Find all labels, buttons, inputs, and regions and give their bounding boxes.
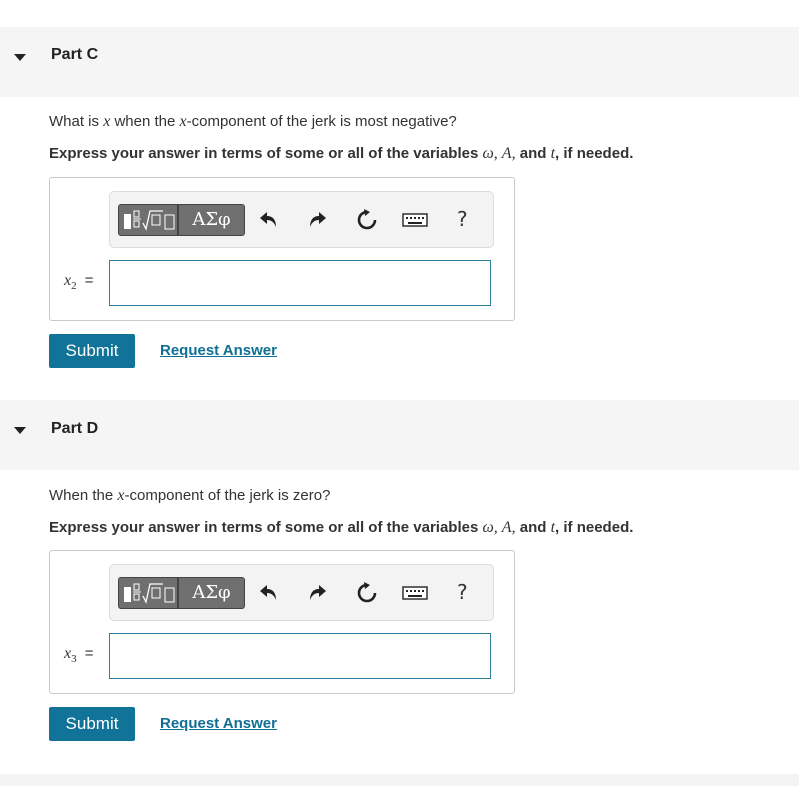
help-button[interactable]: ? xyxy=(457,207,468,231)
instruction-segment: , if needed. xyxy=(555,145,634,162)
caret-down-icon[interactable] xyxy=(14,427,26,434)
help-button[interactable]: ? xyxy=(457,580,468,604)
part-d-header[interactable]: Part D xyxy=(0,400,799,470)
redo-icon[interactable] xyxy=(306,581,330,605)
instruction-segment: Express your answer in terms of some or … xyxy=(49,145,483,162)
equals-sign: = xyxy=(84,272,94,289)
caret-down-icon[interactable] xyxy=(14,54,26,61)
math-toolbar: ΑΣφ ? xyxy=(109,191,494,248)
question-text-segment: -component of the jerk is most negative? xyxy=(186,113,457,130)
instruction-text: Express your answer in terms of some or … xyxy=(49,519,633,537)
variable-label: x3 = xyxy=(64,645,94,665)
templates-icon xyxy=(124,583,175,604)
math-variables: ω, A, xyxy=(482,519,516,536)
templates-button[interactable] xyxy=(118,577,178,609)
request-answer-link[interactable]: Request Answer xyxy=(160,715,277,732)
undo-icon[interactable] xyxy=(256,581,280,605)
keyboard-icon[interactable] xyxy=(402,208,428,232)
answer-input[interactable] xyxy=(109,260,491,306)
keyboard-icon[interactable] xyxy=(402,581,428,605)
submit-button[interactable]: Submit xyxy=(49,707,135,741)
greek-symbols-button[interactable]: ΑΣφ xyxy=(178,204,245,236)
question-text-segment: When the xyxy=(49,487,118,504)
undo-icon[interactable] xyxy=(256,208,280,232)
redo-icon[interactable] xyxy=(306,208,330,232)
templates-button[interactable] xyxy=(118,204,178,236)
next-part-header xyxy=(0,774,799,786)
part-c-header[interactable]: Part C xyxy=(0,27,799,97)
answer-input[interactable] xyxy=(109,633,491,679)
variable-label: x2 = xyxy=(64,272,94,292)
math-variables: ω, A, xyxy=(482,145,516,162)
instruction-segment: and xyxy=(515,519,551,536)
instruction-segment: Express your answer in terms of some or … xyxy=(49,519,483,536)
equals-sign: = xyxy=(84,645,94,662)
math-subscript: 3 xyxy=(71,653,77,665)
greek-symbols-button[interactable]: ΑΣφ xyxy=(178,577,245,609)
reset-icon[interactable] xyxy=(355,208,379,232)
answer-box: ΑΣφ ? x2 = xyxy=(49,177,515,321)
question-text-segment: -component of the jerk is zero? xyxy=(124,487,331,504)
math-toolbar: ΑΣφ ? xyxy=(109,564,494,621)
instruction-segment: , if needed. xyxy=(555,519,634,536)
part-title: Part C xyxy=(51,46,99,63)
submit-button[interactable]: Submit xyxy=(49,334,135,368)
question-text: What is x when the x-component of the je… xyxy=(49,113,457,131)
templates-icon xyxy=(124,210,175,231)
question-text: When the x-component of the jerk is zero… xyxy=(49,487,330,505)
question-text-segment: What is xyxy=(49,113,104,130)
request-answer-link[interactable]: Request Answer xyxy=(160,342,277,359)
reset-icon[interactable] xyxy=(355,581,379,605)
math-variable: x xyxy=(179,113,187,130)
answer-box: ΑΣφ ? x3 = xyxy=(49,550,515,694)
math-subscript: 2 xyxy=(71,280,77,292)
question-text-segment: when the xyxy=(110,113,180,130)
instruction-segment: and xyxy=(515,145,551,162)
instruction-text: Express your answer in terms of some or … xyxy=(49,145,633,163)
part-title: Part D xyxy=(51,420,99,437)
